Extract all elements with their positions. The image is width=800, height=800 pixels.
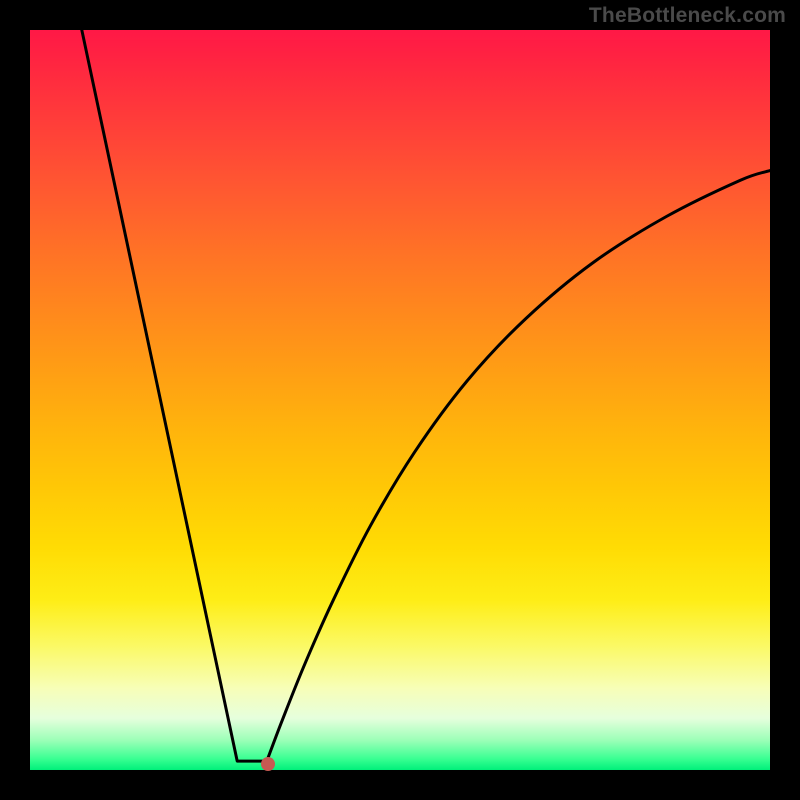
watermark-text: TheBottleneck.com [589,4,786,28]
plot-area [30,30,770,770]
bottleneck-curve [82,30,770,761]
chart-frame: TheBottleneck.com [0,0,800,800]
curve-svg [30,30,770,770]
optimal-marker [261,757,275,771]
